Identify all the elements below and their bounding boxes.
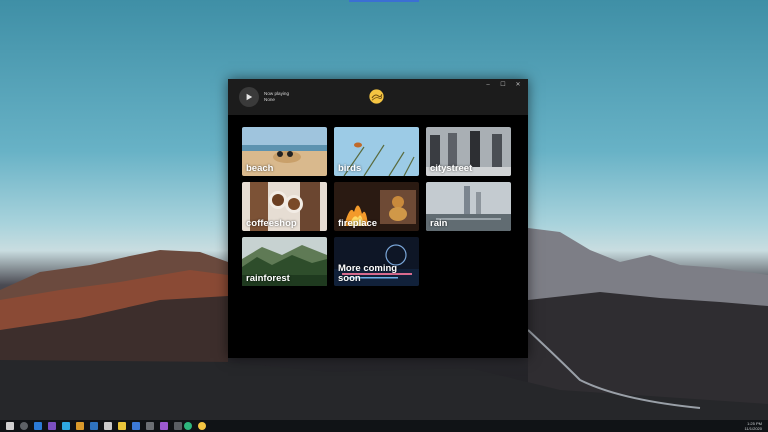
window-controls: – ☐ ✕ <box>482 81 524 89</box>
start-icon[interactable] <box>6 422 14 430</box>
taskbar: 1:25 PM 11/1/2020 <box>0 420 768 432</box>
edge-icon[interactable] <box>34 422 42 430</box>
sound-label: coffeeshop <box>246 218 297 229</box>
store-icon[interactable] <box>146 422 154 430</box>
now-playing: Now playing None <box>264 91 289 103</box>
sound-tile-beach[interactable]: beach <box>242 127 327 176</box>
sound-tile-coffeeshop[interactable]: coffeeshop <box>242 182 327 231</box>
system-clock[interactable]: 1:25 PM 11/1/2020 <box>745 421 763 431</box>
sound-label: fireplace <box>338 218 378 229</box>
close-button[interactable]: ✕ <box>512 81 524 89</box>
top-edge-accent <box>349 0 419 2</box>
now-playing-value: None <box>264 97 275 102</box>
sound-label: citystreet <box>430 163 473 174</box>
search-icon[interactable] <box>20 422 28 430</box>
sound-tile-more-coming-soon[interactable]: More coming soon <box>334 237 419 286</box>
sound-label: rainforest <box>246 273 290 284</box>
sound-label: More coming soon <box>338 263 398 284</box>
play-icon <box>246 93 253 101</box>
mail-icon[interactable] <box>132 422 140 430</box>
sound-tile-citystreet[interactable]: citystreet <box>426 127 511 176</box>
sounds-app-icon[interactable] <box>198 422 206 430</box>
visual-studio-icon[interactable] <box>48 422 56 430</box>
minimize-button[interactable]: – <box>482 81 494 89</box>
vscode-icon[interactable] <box>90 422 98 430</box>
terminal-icon[interactable] <box>160 422 168 430</box>
sound-label: rain <box>430 218 448 229</box>
app-icon-2[interactable] <box>174 422 182 430</box>
notes-icon[interactable] <box>118 422 126 430</box>
play-button[interactable] <box>239 87 259 107</box>
telegram-icon[interactable] <box>62 422 70 430</box>
sound-grid: beach birds citystreet coffeeshop firepl… <box>242 127 512 287</box>
sound-tile-rain[interactable]: rain <box>426 182 511 231</box>
maximize-button[interactable]: ☐ <box>497 81 509 89</box>
app-window: Now playing None – ☐ ✕ beach birds citys… <box>228 79 528 358</box>
clock-date: 11/1/2020 <box>744 426 763 431</box>
sound-tile-rainforest[interactable]: rainforest <box>242 237 327 286</box>
sound-label: birds <box>338 163 362 174</box>
title-bar: Now playing None – ☐ ✕ <box>228 79 528 115</box>
app-icon[interactable] <box>104 422 112 430</box>
chrome-icon[interactable] <box>184 422 192 430</box>
app-logo-icon <box>369 89 384 104</box>
explorer-icon[interactable] <box>76 422 84 430</box>
sound-tile-birds[interactable]: birds <box>334 127 419 176</box>
sound-label: beach <box>246 163 274 174</box>
sound-tile-fireplace[interactable]: fireplace <box>334 182 419 231</box>
